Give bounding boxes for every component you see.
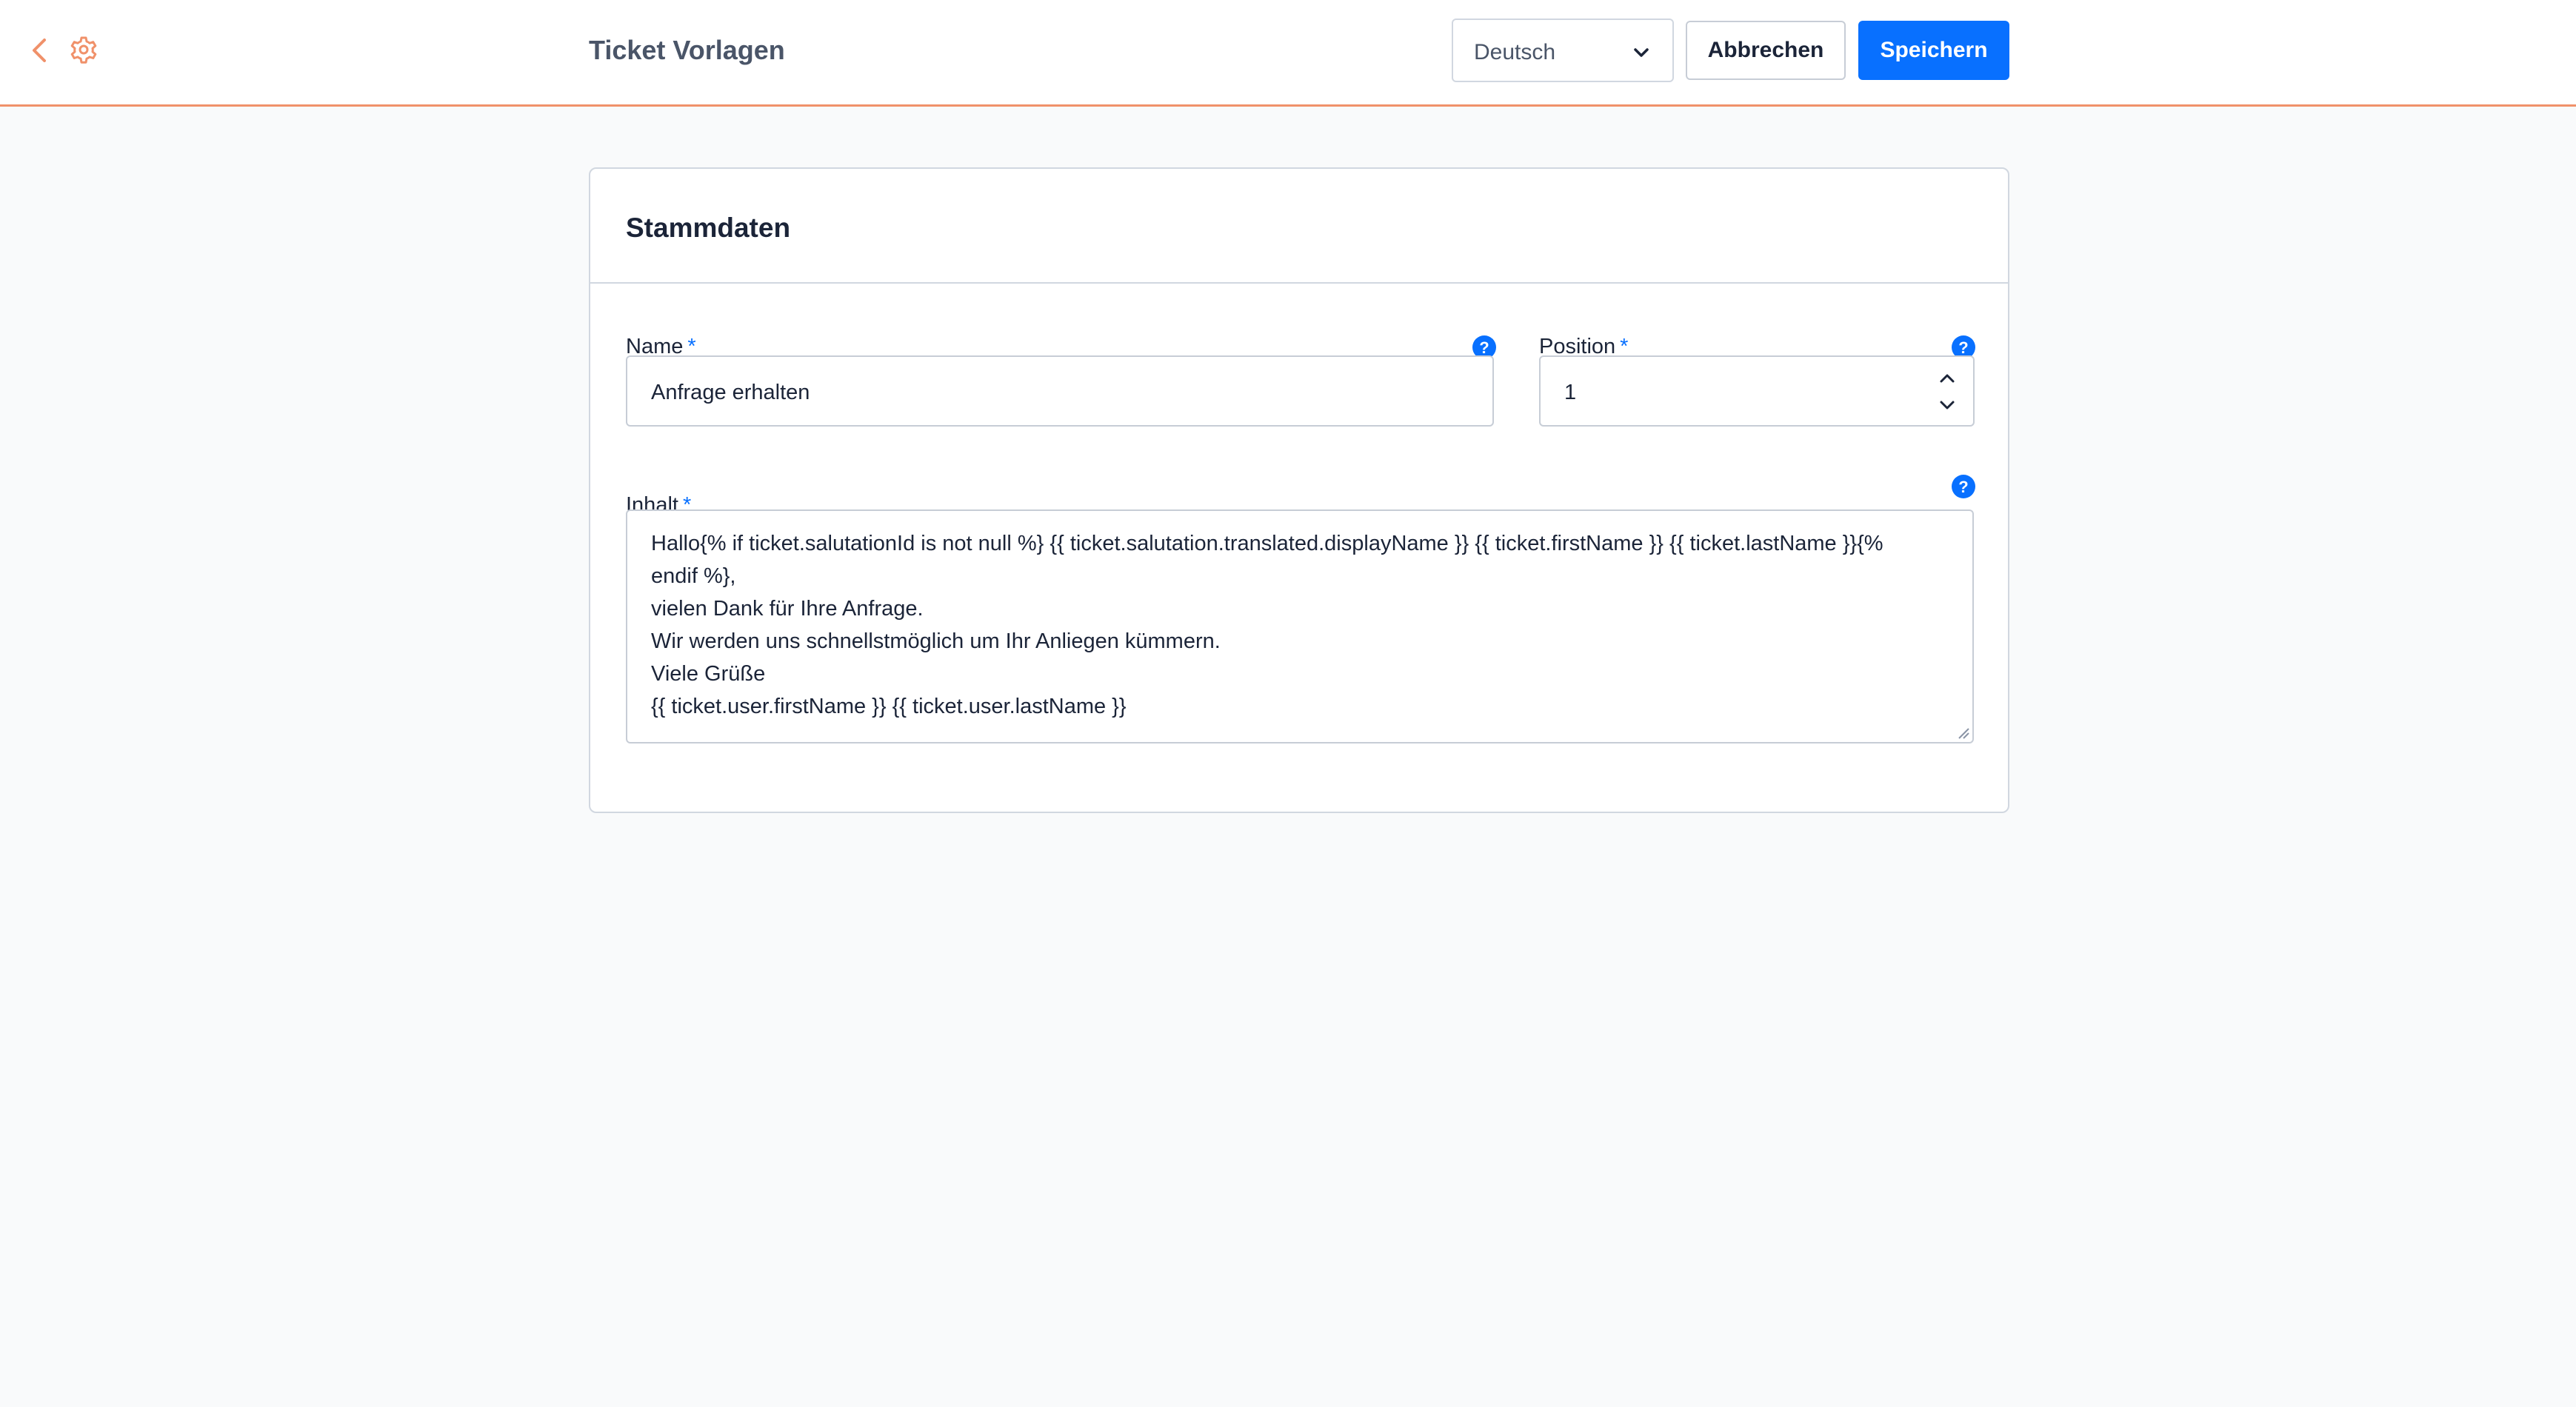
cancel-button[interactable]: Abbrechen <box>1686 21 1846 80</box>
gear-icon <box>70 36 97 64</box>
chevron-down-icon <box>1634 48 1649 57</box>
chevron-up-icon[interactable] <box>1936 367 1958 390</box>
svg-text:?: ? <box>1958 338 1968 357</box>
card-header: Stammdaten <box>590 169 2008 284</box>
page-title: Ticket Vorlagen <box>589 35 785 65</box>
save-button[interactable]: Speichern <box>1858 21 2009 80</box>
content-line: endif %}, <box>651 564 736 588</box>
card-title: Stammdaten <box>626 213 791 243</box>
language-select[interactable]: Deutsch <box>1452 19 1674 82</box>
master-data-card: Stammdaten Name * ? Anfrage erhalten Posi… <box>589 167 2009 813</box>
content-line: Wir werden uns schnellstmöglich um Ihr A… <box>651 629 1221 653</box>
quantity-stepper[interactable] <box>1936 367 1958 416</box>
position-input[interactable]: 1 <box>1539 355 1975 427</box>
content-textarea[interactable]: Hallo{% if ticket.salutationId is not nu… <box>626 509 1974 743</box>
help-icon[interactable]: ? <box>1951 474 1976 499</box>
content-textarea-text: Hallo{% if ticket.salutationId is not nu… <box>651 527 1943 723</box>
svg-text:?: ? <box>1479 338 1489 357</box>
chevron-down-icon[interactable] <box>1936 394 1958 416</box>
top-bar: Ticket Vorlagen Deutsch Abbrechen Speich… <box>0 0 2576 107</box>
svg-text:?: ? <box>1958 478 1968 496</box>
content-line: Viele Grüße <box>651 662 766 686</box>
content-line: vielen Dank für Ihre Anfrage. <box>651 597 924 621</box>
chevron-left-icon[interactable] <box>28 36 52 65</box>
name-input[interactable]: Anfrage erhalten <box>626 355 1494 427</box>
position-input-value: 1 <box>1564 381 1577 404</box>
content-line: {{ ticket.user.firstName }} {{ ticket.us… <box>651 695 1127 718</box>
name-input-value: Anfrage erhalten <box>651 381 810 404</box>
language-select-value: Deutsch <box>1474 40 1556 64</box>
content-line: Hallo{% if ticket.salutationId is not nu… <box>651 532 1883 555</box>
resize-handle[interactable] <box>1956 726 1969 739</box>
